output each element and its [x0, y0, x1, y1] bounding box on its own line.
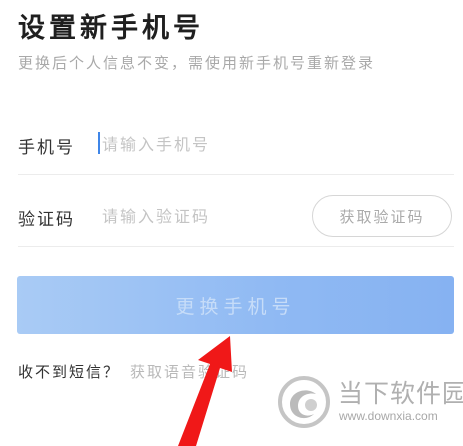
red-arrow-icon	[178, 336, 232, 446]
phone-input[interactable]	[98, 130, 312, 158]
set-new-phone-page: 设置新手机号 更换后个人信息不变，需使用新手机号重新登录 手机号 验证码 获取验…	[0, 0, 463, 446]
phone-label: 手机号	[18, 138, 75, 158]
help-line: 收不到短信？ 获取语音验证码	[18, 361, 249, 382]
watermark: 当下软件园 www.downxia.com	[270, 366, 463, 442]
get-code-button[interactable]: 获取验证码	[312, 195, 452, 237]
downxia-logo-icon	[278, 376, 330, 428]
watermark-name: 当下软件园	[338, 379, 463, 408]
code-label: 验证码	[18, 210, 75, 230]
code-input[interactable]	[98, 202, 312, 230]
page-title: 设置新手机号	[18, 13, 204, 44]
change-phone-button[interactable]: 更换手机号	[17, 276, 454, 334]
watermark-url: www.downxia.com	[339, 409, 438, 423]
voice-code-link[interactable]: 获取语音验证码	[130, 363, 249, 381]
phone-row: 手机号	[18, 114, 454, 175]
code-row: 验证码 获取验证码	[18, 186, 454, 247]
no-sms-text: 收不到短信？	[18, 363, 121, 381]
page-subtitle: 更换后个人信息不变，需使用新手机号重新登录	[18, 54, 376, 72]
